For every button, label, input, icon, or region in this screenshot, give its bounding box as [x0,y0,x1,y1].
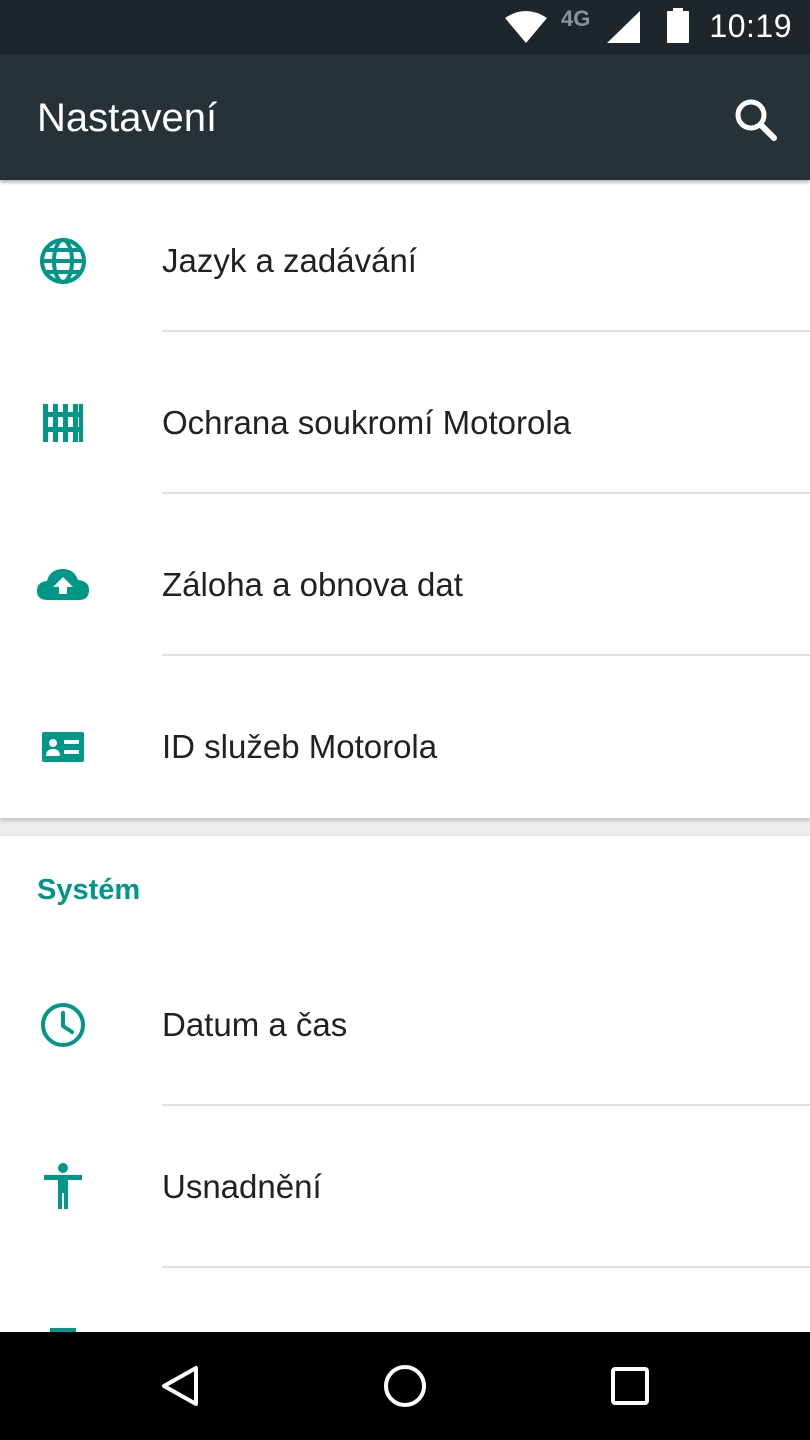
cell-signal-icon [607,11,640,43]
settings-item-motorola-id[interactable]: ID služeb Motorola [0,666,810,828]
settings-item-label: Záloha a obnova dat [162,566,463,603]
accessibility-icon [44,1163,82,1209]
settings-item-privacy[interactable]: Ochrana soukromí Motorola [0,342,810,504]
fence-icon [43,404,83,442]
recents-button[interactable] [598,1354,662,1418]
app-bar: Nastavení [0,54,810,180]
search-button[interactable] [724,88,788,152]
status-bar: 4G 10:19 [0,0,810,54]
clock-icon [41,1003,85,1047]
recents-icon [611,1367,649,1405]
search-icon [735,99,777,141]
settings-item-label: Datum a čas [162,1006,348,1043]
divider [162,1266,810,1268]
settings-item-label: Jazyk a zadávání [162,242,417,279]
settings-item-date-time[interactable]: Datum a čas [0,944,810,1106]
personal-settings-card: Jazyk a zadávání Ochrana soukromí Motoro… [0,180,810,818]
globe-icon [40,238,86,284]
settings-item-label: Usnadnění [162,1168,322,1205]
navigation-bar [0,1332,810,1440]
system-settings-card: Systém Datum a čas Usnadnění [0,836,810,1332]
settings-item-accessibility[interactable]: Usnadnění [0,1106,810,1268]
network-type: 4G [561,6,591,31]
back-icon [162,1366,198,1406]
back-button[interactable] [148,1354,212,1418]
settings-item-label: Ochrana soukromí Motorola [162,404,572,441]
battery-icon [667,8,689,43]
wifi-icon [505,11,547,43]
cloud-upload-icon [37,569,89,600]
home-button[interactable] [373,1354,437,1418]
divider [162,654,810,656]
settings-item-language[interactable]: Jazyk a zadávání [0,180,810,342]
page-title: Nastavení [37,96,218,140]
home-icon [384,1365,426,1407]
divider [162,330,810,332]
divider [162,492,810,494]
section-header-system: Systém [37,874,141,906]
settings-item-backup[interactable]: Záloha a obnova dat [0,504,810,666]
id-card-icon [42,732,84,762]
clock-time: 10:19 [709,8,792,44]
settings-item-label: ID služeb Motorola [162,728,438,765]
